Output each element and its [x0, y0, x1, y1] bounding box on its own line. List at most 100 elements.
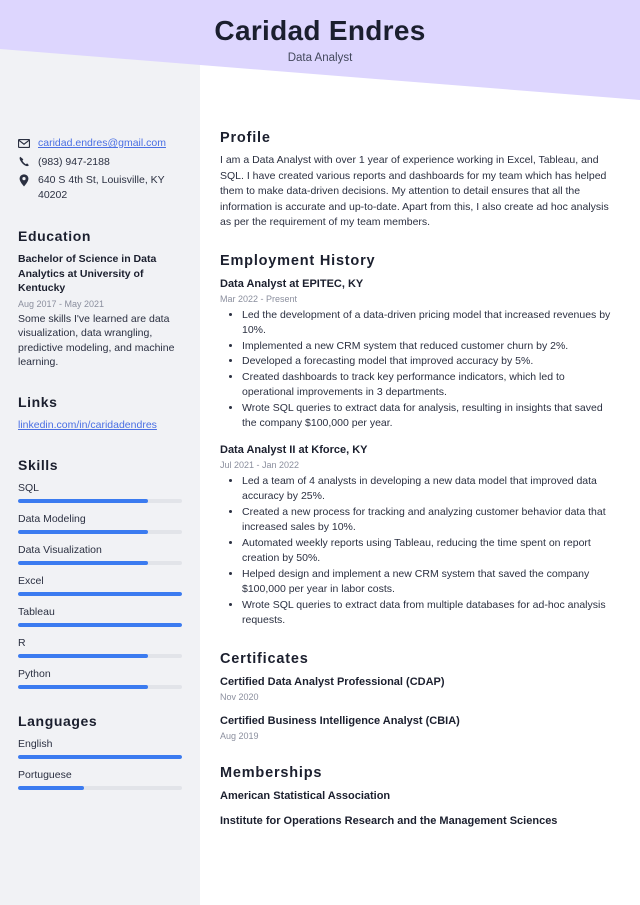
memberships-list: American Statistical Association Institut… [220, 788, 616, 829]
job-bullet: Automated weekly reports using Tableau, … [242, 536, 616, 567]
bar-fill [18, 754, 182, 759]
bar-track [18, 622, 182, 627]
certificates-section: Certificates Certified Data Analyst Prof… [220, 651, 616, 743]
employment-heading: Employment History [220, 252, 376, 269]
contact-row: 640 S 4th St, Louisville, KY 40202 [18, 173, 182, 202]
language-item: English [18, 737, 182, 759]
job-date: Jul 2021 - Jan 2022 [220, 459, 300, 470]
job-bullet-list: Led a team of 4 analysts in developing a… [220, 474, 616, 629]
contact-list: caridad.endres@gmail.com (983) 947-2188 64… [18, 136, 182, 202]
skill-item: Excel [18, 574, 182, 596]
education-date: Aug 2017 - May 2021 [18, 298, 105, 309]
education-title: Bachelor of Science in Data Analytics at… [18, 253, 157, 294]
contact-text: (983) 947-2188 [38, 155, 110, 168]
skills-section: Skills SQL Data Modeling Data Visualizatio… [18, 457, 182, 689]
job-bullet: Created a new process for tracking and a… [242, 505, 616, 536]
profile-link[interactable]: linkedin.com/in/caridadendres [18, 418, 182, 433]
languages-section: Languages English Portuguese [18, 713, 182, 790]
contact-text: 640 S 4th St, Louisville, KY 40202 [38, 174, 165, 201]
bar-fill [18, 653, 148, 658]
bar-track [18, 529, 182, 534]
job-bullet: Led the development of a data-driven pri… [242, 308, 616, 339]
skill-item: SQL [18, 481, 182, 503]
certificate-date: Nov 2020 [220, 691, 259, 702]
resume-content: caridad.endres@gmail.com (983) 947-2188 64… [0, 0, 640, 905]
certificate-item: Certified Data Analyst Professional (CDA… [220, 674, 616, 704]
job-bullet: Led a team of 4 analysts in developing a… [242, 474, 616, 505]
job-bullet-list: Led the development of a data-driven pri… [220, 308, 616, 432]
bar-label: English [18, 737, 53, 750]
links-heading: Links [18, 393, 58, 410]
main-column: Profile I am a Data Analyst with over 1 … [200, 0, 640, 905]
certificate-date: Aug 2019 [220, 730, 259, 741]
job-bullet: Wrote SQL queries to extract data for an… [242, 401, 616, 432]
skill-item: Data Modeling [18, 512, 182, 534]
skill-item: Python [18, 667, 182, 689]
bar-label: Excel [18, 574, 44, 587]
job-bullet: Created dashboards to track key performa… [242, 370, 616, 401]
skills-list: SQL Data Modeling Data Visualization Excel T… [18, 481, 182, 689]
skill-item: Data Visualization [18, 543, 182, 565]
bar-fill [18, 498, 148, 503]
contact-row[interactable]: caridad.endres@gmail.com [18, 136, 182, 151]
bar-fill [18, 529, 148, 534]
job-bullet: Developed a forecasting model that impro… [242, 354, 616, 370]
job-title: Data Analyst at EPITEC, KY [220, 277, 364, 290]
resume-page: Caridad Endres Data Analyst caridad.endr… [0, 0, 640, 905]
bar-label: Data Visualization [18, 543, 102, 556]
certificate-item: Certified Business Intelligence Analyst … [220, 713, 616, 743]
bar-track [18, 591, 182, 596]
certificate-title: Certified Data Analyst Professional (CDA… [220, 675, 445, 688]
profile-section: Profile I am a Data Analyst with over 1 … [220, 130, 616, 231]
membership-item: Institute for Operations Research and th… [220, 814, 558, 827]
job-bullet: Wrote SQL queries to extract data from m… [242, 598, 616, 629]
bar-track [18, 754, 182, 759]
education-heading: Education [18, 228, 92, 244]
bar-label: Tableau [18, 605, 55, 618]
bar-track [18, 498, 182, 503]
bar-track [18, 560, 182, 565]
bar-fill [18, 622, 182, 627]
sidebar: caridad.endres@gmail.com (983) 947-2188 64… [0, 0, 200, 905]
contact-row: (983) 947-2188 [18, 155, 182, 170]
education-section: Education Bachelor of Science in Data An… [18, 228, 182, 370]
employment-section: Employment History Data Analyst at EPITE… [220, 253, 616, 629]
job-bullet: Helped design and implement a new CRM sy… [242, 567, 616, 598]
certificate-title: Certified Business Intelligence Analyst … [220, 714, 460, 727]
certificates-list: Certified Data Analyst Professional (CDA… [220, 674, 616, 743]
skill-item: Tableau [18, 605, 182, 627]
memberships-section: Memberships American Statistical Associa… [220, 765, 616, 829]
memberships-heading: Memberships [220, 764, 323, 781]
bar-track [18, 785, 182, 790]
profile-text: I am a Data Analyst with over 1 year of … [220, 154, 609, 228]
job-entry: Data Analyst II at Kforce, KY Jul 2021 - … [220, 442, 616, 629]
links-list: linkedin.com/in/caridadendres [18, 418, 182, 433]
envelope-icon [18, 136, 30, 150]
skills-heading: Skills [18, 456, 59, 473]
employment-list: Data Analyst at EPITEC, KY Mar 2022 - Pre… [220, 276, 616, 629]
bar-fill [18, 560, 148, 565]
location-pin-icon [18, 173, 30, 187]
bar-track [18, 653, 182, 658]
bar-label: Python [18, 667, 51, 680]
bar-fill [18, 591, 182, 596]
certificates-heading: Certificates [220, 650, 309, 667]
bar-fill [18, 785, 84, 790]
bar-fill [18, 684, 148, 689]
education-description: Some skills I've learned are data visual… [18, 312, 175, 369]
languages-heading: Languages [18, 712, 98, 729]
bar-label: Data Modeling [18, 512, 86, 525]
contact-text[interactable]: caridad.endres@gmail.com [38, 136, 182, 151]
job-bullet: Implemented a new CRM system that reduce… [242, 339, 616, 355]
phone-icon [18, 155, 30, 169]
bar-label: Portuguese [18, 768, 72, 781]
languages-list: English Portuguese [18, 737, 182, 790]
job-date: Mar 2022 - Present [220, 293, 298, 304]
job-title: Data Analyst II at Kforce, KY [220, 443, 368, 456]
profile-heading: Profile [220, 130, 271, 146]
bar-track [18, 684, 182, 689]
job-entry: Data Analyst at EPITEC, KY Mar 2022 - Pre… [220, 276, 616, 432]
bar-label: R [18, 636, 26, 649]
skill-item: R [18, 636, 182, 658]
language-item: Portuguese [18, 768, 182, 790]
